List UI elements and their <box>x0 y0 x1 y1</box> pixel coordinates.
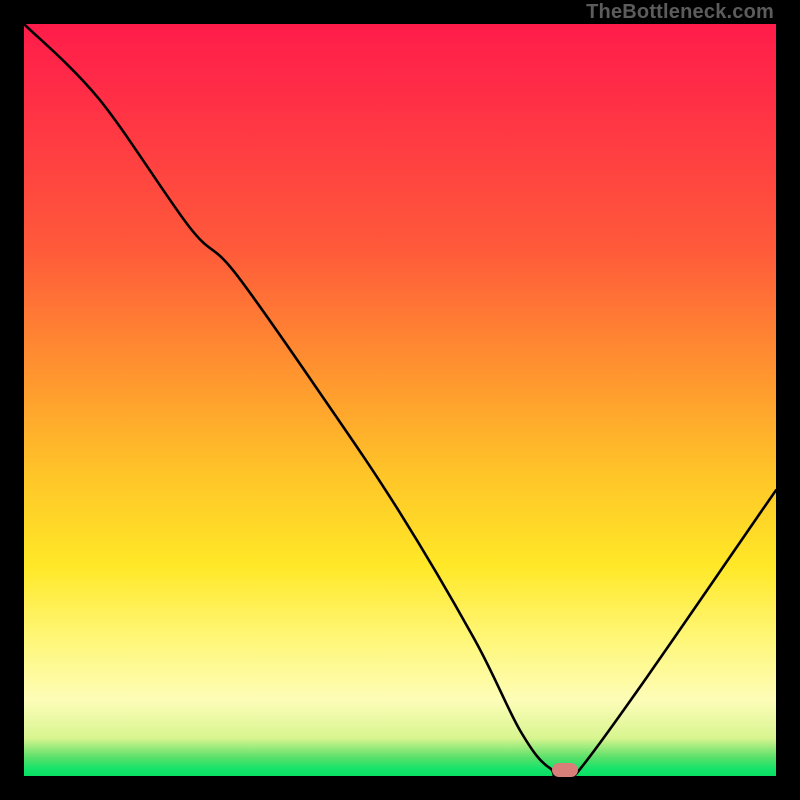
attribution-watermark: TheBottleneck.com <box>586 1 774 24</box>
chart-container: TheBottleneck.com <box>0 0 800 800</box>
curve-layer <box>24 24 776 776</box>
plot-area <box>24 24 776 776</box>
bottleneck-curve-path <box>24 24 776 776</box>
optimal-point-marker <box>552 763 578 777</box>
